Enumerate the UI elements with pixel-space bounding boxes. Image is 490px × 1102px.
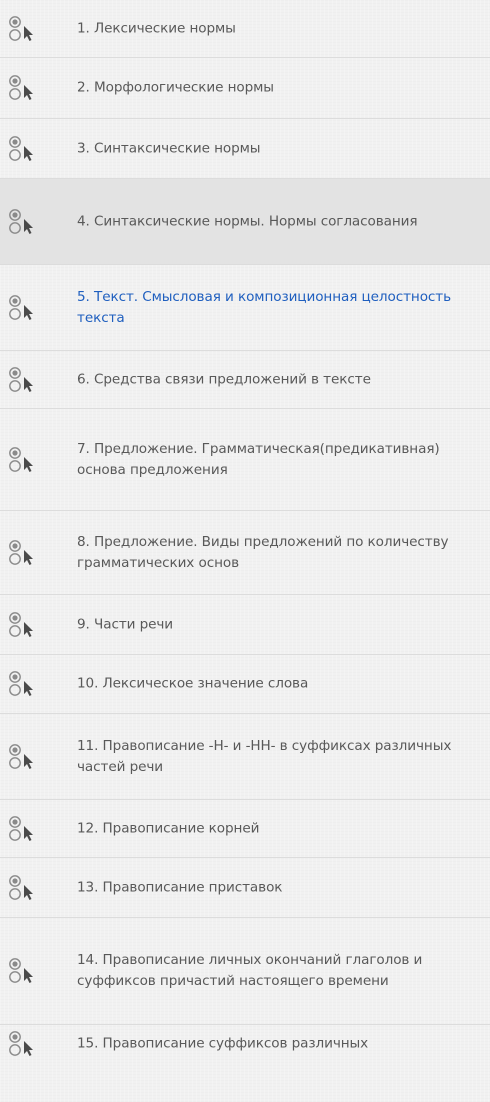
task-item-label[interactable]: 11. Правописание -Н- и -НН- в суффиксах … [77,736,486,778]
task-icon [8,1030,38,1058]
task-list-item[interactable]: 3. Синтаксические нормы [0,119,490,179]
task-icon [8,670,38,698]
task-icon [8,815,38,843]
task-item-label[interactable]: 14. Правописание личных окончаний глагол… [77,950,486,992]
task-item-label[interactable]: 3. Синтаксические нормы [77,138,486,159]
task-list-item[interactable]: 1. Лексические нормы [0,0,490,58]
task-icon [8,446,38,474]
task-list-item[interactable]: 7. Предложение. Грамматическая(предикати… [0,409,490,511]
task-list-item[interactable]: 5. Текст. Смысловая и композиционная цел… [0,265,490,351]
task-icon [8,74,38,102]
task-icon [8,15,38,43]
task-item-label[interactable]: 12. Правописание корней [77,818,486,839]
task-list-item[interactable]: 9. Части речи [0,595,490,655]
task-item-label[interactable]: 9. Части речи [77,614,486,635]
task-item-label[interactable]: 15. Правописание суффиксов различных [77,1033,486,1054]
task-list: 1. Лексические нормы 2. Морфологические н… [0,0,490,1102]
task-icon [8,743,38,771]
task-icon [8,957,38,985]
task-list-item[interactable]: 6. Средства связи предложений в тексте [0,351,490,409]
task-list-item[interactable]: 2. Морфологические нормы [0,58,490,119]
task-item-label[interactable]: 2. Морфологические нормы [77,78,486,99]
task-item-label[interactable]: 4. Синтаксические нормы. Нормы согласова… [77,211,486,232]
task-list-item[interactable]: 15. Правописание суффиксов различных [0,1025,490,1062]
task-item-label[interactable]: 6. Средства связи предложений в тексте [77,369,486,390]
task-icon [8,539,38,567]
task-icon [8,208,38,236]
task-item-label[interactable]: 1. Лексические нормы [77,18,486,39]
task-icon [8,611,38,639]
task-item-label[interactable]: 13. Правописание приставок [77,877,486,898]
task-icon [8,135,38,163]
task-item-label[interactable]: 10. Лексическое значение слова [77,674,486,695]
task-list-item[interactable]: 4. Синтаксические нормы. Нормы согласова… [0,179,490,265]
task-list-item[interactable]: 10. Лексическое значение слова [0,655,490,714]
task-icon [8,366,38,394]
task-list-item[interactable]: 8. Предложение. Виды предложений по коли… [0,511,490,595]
task-icon [8,874,38,902]
task-item-label[interactable]: 8. Предложение. Виды предложений по коли… [77,532,486,574]
task-list-item[interactable]: 14. Правописание личных окончаний глагол… [0,918,490,1025]
task-list-item[interactable]: 13. Правописание приставок [0,858,490,918]
task-item-label[interactable]: 7. Предложение. Грамматическая(предикати… [77,439,486,481]
task-list-item[interactable]: 11. Правописание -Н- и -НН- в суффиксах … [0,714,490,800]
task-icon [8,294,38,322]
task-item-label[interactable]: 5. Текст. Смысловая и композиционная цел… [77,287,486,329]
task-list-item[interactable]: 12. Правописание корней [0,800,490,858]
